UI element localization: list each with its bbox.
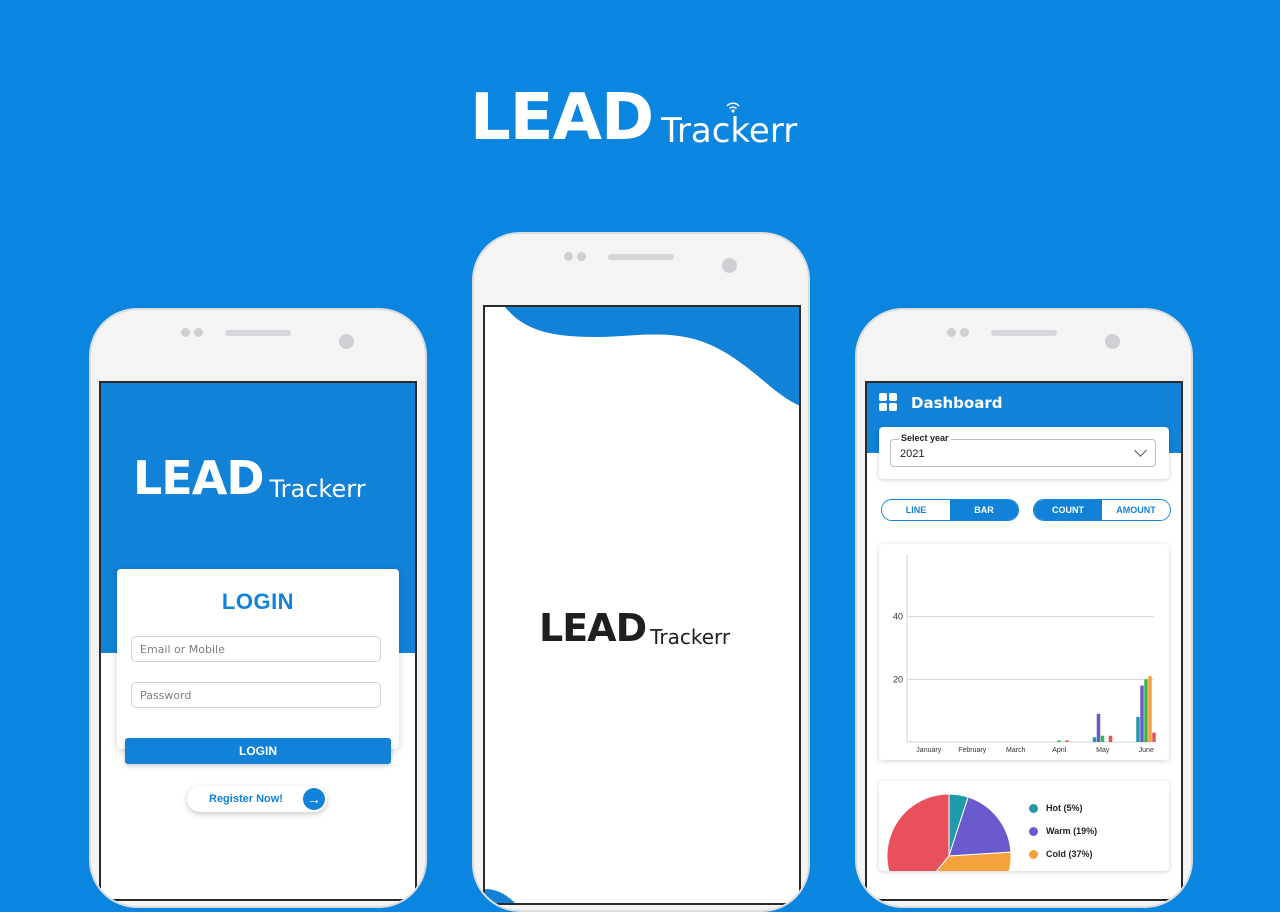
login-logo-lead: LEAD (133, 451, 265, 505)
bar (1152, 732, 1156, 742)
login-screen: LEAD Trackerr LOGIN Email or Mobile Pass… (99, 381, 417, 901)
legend-label: Hot (5%) (1046, 803, 1083, 813)
header-logo: LEAD Trackerr (470, 86, 797, 150)
login-logo: LEAD Trackerr (133, 455, 366, 501)
legend-dot (1029, 826, 1038, 836)
x-tick-label: May (1096, 747, 1110, 754)
phone-sensors (181, 328, 203, 337)
legend-warm: Warm (19%) (1029, 826, 1097, 836)
splash-logo: LEAD Trackerr (539, 609, 730, 647)
pie-chart (886, 793, 1012, 871)
bar (1136, 716, 1140, 742)
pie-slice (886, 793, 950, 871)
login-title: LOGIN (221, 589, 295, 614)
phone-splash: LEAD Trackerr (472, 232, 810, 912)
line-tab[interactable]: LINE (882, 500, 950, 520)
legend-dot (1029, 803, 1038, 813)
bar (1108, 735, 1113, 742)
year-label: Select year (899, 433, 951, 443)
phone-camera (722, 258, 737, 273)
phone-speaker (225, 330, 291, 336)
legend-hot: Hot (5%) (1029, 803, 1083, 813)
phone-camera (339, 334, 354, 349)
x-tick-label: March (1006, 747, 1026, 754)
dashboard-title: Dashboard (911, 394, 1003, 412)
metric-toggle: COUNT AMOUNT (1033, 499, 1171, 521)
legend-cold: Cold (37%) (1029, 849, 1093, 859)
bar (1065, 740, 1069, 742)
year-select[interactable]: Select year 2021 (890, 433, 1156, 467)
bar (1092, 737, 1097, 742)
amount-tab[interactable]: AMOUNT (1102, 500, 1170, 520)
legend-dot (1029, 849, 1038, 859)
splash-wave (485, 307, 799, 406)
bar (1057, 740, 1061, 742)
login-logo-trackerr: Trackerr (269, 475, 366, 503)
bar (1144, 679, 1148, 742)
count-tab[interactable]: COUNT (1034, 500, 1102, 520)
grid-icon[interactable] (879, 393, 897, 411)
legend-label: Warm (19%) (1046, 826, 1098, 836)
splash-logo-trackerr: Trackerr (650, 625, 731, 649)
logo-trackerr-text: Trackerr (661, 102, 797, 148)
bar-chart-card: 20 40 January February March April May June (879, 544, 1169, 760)
signal-icon (726, 102, 740, 113)
register-button[interactable]: Register Now! → (187, 786, 327, 812)
bar (1148, 676, 1152, 742)
logo-lead-text: LEAD (470, 81, 654, 155)
y-tick-label: 20 (893, 674, 903, 684)
arrow-right-icon: → (303, 788, 325, 810)
phone-sensors (947, 328, 969, 337)
chart-type-toggle: LINE BAR (881, 499, 1019, 521)
phone-dashboard: Dashboard Select year 2021 LINE BAR COUN… (855, 308, 1193, 908)
register-label: Register Now! (209, 793, 283, 805)
phone-speaker (608, 254, 674, 260)
bar (1140, 685, 1144, 742)
dashboard-screen: Dashboard Select year 2021 LINE BAR COUN… (865, 381, 1183, 901)
bar-chart: 20 40 January February March April May June (893, 554, 1156, 754)
pie-chart-card: Hot (5%) Warm (19%) Cold (37%) (879, 781, 1169, 871)
splash-screen: LEAD Trackerr (483, 305, 801, 905)
email-field[interactable]: Email or Mobile (131, 636, 381, 662)
splash-logo-lead: LEAD (539, 606, 647, 650)
x-tick-label: April (1052, 747, 1066, 754)
bar (1100, 735, 1105, 742)
bar-tab[interactable]: BAR (950, 500, 1018, 520)
legend-label: Cold (37%) (1046, 849, 1093, 859)
bar (1096, 713, 1101, 742)
y-tick-label: 40 (893, 612, 903, 622)
phone-camera (1105, 334, 1120, 349)
login-button[interactable]: LOGIN (125, 738, 391, 764)
x-tick-label: January (916, 747, 941, 754)
splash-wave-bottom (485, 889, 515, 903)
chevron-down-icon (1134, 444, 1147, 457)
phone-sensors (564, 252, 586, 261)
year-value: 2021 (900, 448, 925, 460)
year-card: Select year 2021 (879, 427, 1169, 479)
password-field[interactable]: Password (131, 682, 381, 708)
phone-speaker (991, 330, 1057, 336)
x-tick-label: February (958, 747, 987, 754)
phone-login: LEAD Trackerr LOGIN Email or Mobile Pass… (89, 308, 427, 908)
x-tick-label: June (1139, 747, 1154, 754)
login-card: LOGIN Email or Mobile Password (117, 569, 399, 749)
